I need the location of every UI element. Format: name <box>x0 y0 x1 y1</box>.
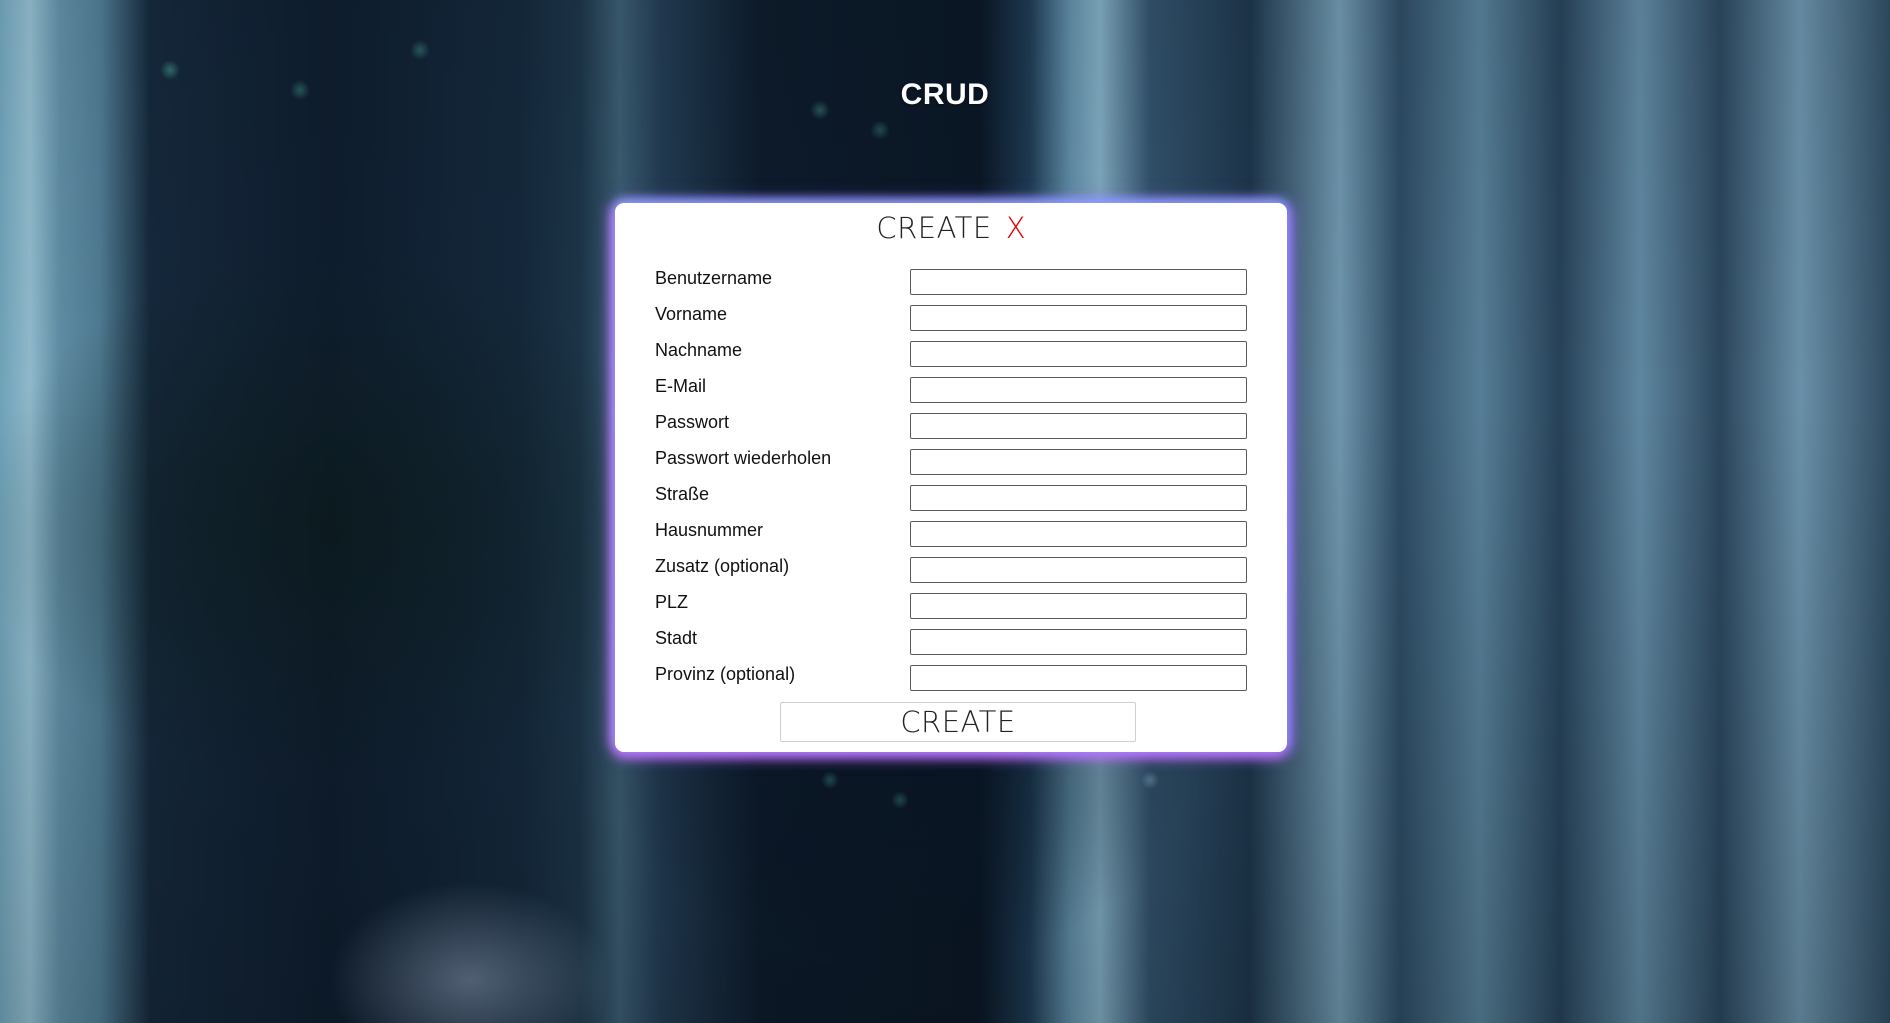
field-label: Hausnummer <box>655 520 764 540</box>
stadt-input[interactable] <box>910 629 1247 655</box>
field-label: Provinz (optional) <box>655 664 796 684</box>
form-row-strasse: Straße <box>615 481 1287 517</box>
email-input[interactable] <box>910 377 1247 403</box>
field-label: Nachname <box>655 340 743 360</box>
zusatz-input[interactable] <box>910 557 1247 583</box>
field-label: Passwort wiederholen <box>655 448 832 468</box>
form-row-zusatz: Zusatz (optional) <box>615 553 1287 589</box>
form-row-stadt: Stadt <box>615 625 1287 661</box>
form-row-nachname: Nachname <box>615 337 1287 373</box>
create-dialog: CREATE X Benutzername Vorname Nachname E-… <box>615 203 1287 752</box>
field-label: Straße <box>655 484 710 504</box>
form-row-vorname: Vorname <box>615 301 1287 337</box>
field-label: PLZ <box>655 592 689 612</box>
hausnummer-input[interactable] <box>910 521 1247 547</box>
page-title: CRUD <box>900 78 990 111</box>
form-row-benutzername: Benutzername <box>615 265 1287 301</box>
field-label: Zusatz (optional) <box>655 556 790 576</box>
form-row-passwort-wiederholen: Passwort wiederholen <box>615 445 1287 481</box>
form-row-hausnummer: Hausnummer <box>615 517 1287 553</box>
provinz-input[interactable] <box>910 665 1247 691</box>
vorname-input[interactable] <box>910 305 1247 331</box>
field-label: E-Mail <box>655 376 707 396</box>
dialog-header: CREATE X <box>615 211 1287 251</box>
plz-input[interactable] <box>910 593 1247 619</box>
nachname-input[interactable] <box>910 341 1247 367</box>
create-button[interactable]: CREATE <box>780 702 1136 742</box>
form-row-passwort: Passwort <box>615 409 1287 445</box>
passwort-wiederholen-input[interactable] <box>910 449 1247 475</box>
field-label: Passwort <box>655 412 730 432</box>
close-button[interactable]: X <box>1006 211 1026 245</box>
dialog-title: CREATE <box>876 211 992 245</box>
strasse-input[interactable] <box>910 485 1247 511</box>
field-label: Stadt <box>655 628 698 648</box>
field-label: Benutzername <box>655 268 773 288</box>
form-row-plz: PLZ <box>615 589 1287 625</box>
passwort-input[interactable] <box>910 413 1247 439</box>
form-row-email: E-Mail <box>615 373 1287 409</box>
field-label: Vorname <box>655 304 728 324</box>
benutzername-input[interactable] <box>910 269 1247 295</box>
form-row-provinz: Provinz (optional) <box>615 661 1287 697</box>
